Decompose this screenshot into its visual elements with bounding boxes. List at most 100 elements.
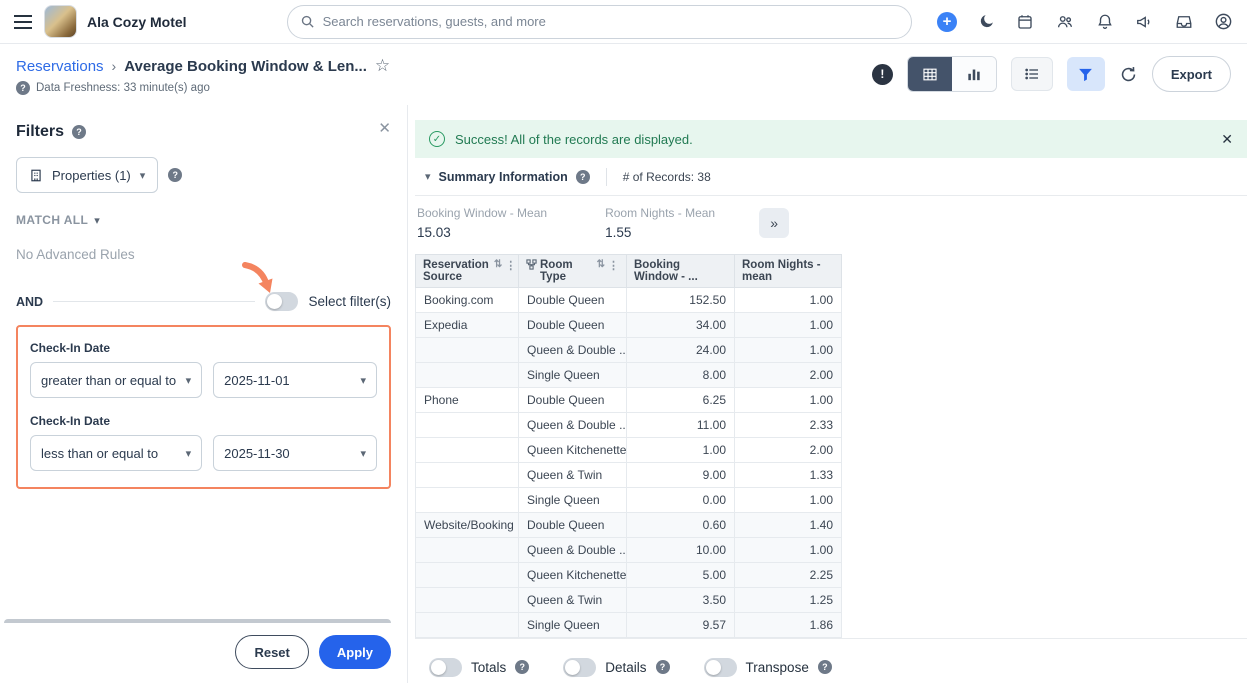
groups-button[interactable] <box>1055 13 1075 31</box>
table-cell: 1.33 <box>735 463 842 488</box>
report-toolbar: ! <box>872 56 1231 92</box>
menu-button[interactable] <box>14 15 32 29</box>
announcements-button[interactable] <box>1135 13 1154 31</box>
success-banner: ✓ Success! All of the records are displa… <box>415 120 1247 158</box>
inbox-button[interactable] <box>1175 13 1193 31</box>
table-row[interactable]: PhoneDouble Queen6.251.00 <box>416 388 842 413</box>
calendar-button[interactable] <box>1016 13 1034 31</box>
table-row[interactable]: Single Queen0.001.00 <box>416 488 842 513</box>
table-cell: 1.86 <box>735 613 842 638</box>
date-value-select[interactable]: 2025-11-30 ▾ <box>213 435 377 471</box>
banner-close-icon[interactable]: ✕ <box>1221 131 1233 148</box>
summary-card-value: 15.03 <box>417 225 547 240</box>
table-row[interactable]: Queen & Twin3.501.25 <box>416 588 842 613</box>
close-filters-icon[interactable]: ✕ <box>378 119 391 137</box>
collapse-chevron-icon[interactable]: ▾ <box>425 170 431 183</box>
totals-label: Totals <box>471 660 506 675</box>
table-row[interactable]: Booking.comDouble Queen152.501.00 <box>416 288 842 313</box>
table-cell: 10.00 <box>627 538 735 563</box>
table-cell: 2.25 <box>735 563 842 588</box>
details-label: Details <box>605 660 646 675</box>
table-row[interactable]: Queen & Double ...10.001.00 <box>416 538 842 563</box>
group-by-icon <box>526 259 537 270</box>
select-filters-toggle[interactable] <box>265 292 298 311</box>
summary-card-label: Room Nights - Mean <box>605 206 715 220</box>
breadcrumb-link-reservations[interactable]: Reservations <box>16 58 104 75</box>
expand-summary-icon[interactable]: » <box>759 208 789 238</box>
summary-help-icon[interactable]: ? <box>576 170 590 184</box>
refresh-button[interactable] <box>1119 65 1138 84</box>
column-menu-icon[interactable]: ⋮ <box>505 259 516 272</box>
match-all-dropdown[interactable]: MATCH ALL ▾ <box>16 213 391 227</box>
inbox-tray-icon <box>1175 13 1193 31</box>
summary-title[interactable]: Summary Information <box>439 170 568 184</box>
table-cell: Double Queen <box>519 513 627 538</box>
table-cell: Queen & Double ... <box>519 413 627 438</box>
table-row[interactable]: Queen Kitchenette1.002.00 <box>416 438 842 463</box>
details-help-icon[interactable]: ? <box>656 660 670 674</box>
help-icon[interactable]: ? <box>16 81 30 95</box>
sort-icon[interactable]: ⇅ <box>597 259 605 270</box>
search-icon <box>300 14 315 29</box>
properties-dropdown[interactable]: Properties (1) ▾ <box>16 157 158 193</box>
table-row[interactable]: Queen & Double ...11.002.33 <box>416 413 842 438</box>
table-cell: 0.00 <box>627 488 735 513</box>
filter-field-label: Check-In Date <box>30 414 377 428</box>
summary-card-label: Booking Window - Mean <box>417 206 547 220</box>
data-freshness: ? Data Freshness: 33 minute(s) ago <box>16 81 390 95</box>
dark-mode-button[interactable] <box>978 13 995 30</box>
sort-icon[interactable]: ⇅ <box>494 259 502 270</box>
transpose-help-icon[interactable]: ? <box>818 660 832 674</box>
operator-select[interactable]: less than or equal to ▾ <box>30 435 202 471</box>
account-button[interactable] <box>1214 12 1233 31</box>
column-header-reservation-source[interactable]: Reservation Source ⇅ ⋮ <box>416 255 519 288</box>
chart-view-button[interactable] <box>952 57 996 91</box>
brand[interactable]: Ala Cozy Motel <box>44 5 187 38</box>
table-cell: Double Queen <box>519 288 627 313</box>
filters-footer: Reset Apply <box>0 623 407 683</box>
column-menu-icon[interactable]: ⋮ <box>608 259 619 272</box>
report-info-button[interactable]: ! <box>872 64 893 85</box>
table-cell: 5.00 <box>627 563 735 588</box>
table-row[interactable]: Single Queen8.002.00 <box>416 363 842 388</box>
table-cell: 2.00 <box>735 438 842 463</box>
list-view-button[interactable] <box>1011 57 1053 91</box>
totals-toggle[interactable] <box>429 658 462 677</box>
favorite-star-icon[interactable]: ☆ <box>375 56 390 76</box>
table-cell: Expedia <box>416 313 519 338</box>
table-row[interactable]: Queen & Twin9.001.33 <box>416 463 842 488</box>
column-header-booking-window[interactable]: Booking Window - ... <box>627 255 735 288</box>
totals-help-icon[interactable]: ? <box>515 660 529 674</box>
details-toggle[interactable] <box>563 658 596 677</box>
apply-button[interactable]: Apply <box>319 635 391 669</box>
search-input[interactable] <box>323 14 899 29</box>
quick-add-button[interactable]: + <box>937 12 957 32</box>
operator-select[interactable]: greater than or equal to ▾ <box>30 362 202 398</box>
table-body: Booking.comDouble Queen152.501.00Expedia… <box>416 288 842 638</box>
filters-help-icon[interactable]: ? <box>72 125 86 139</box>
summary-card: Room Nights - Mean 1.55 <box>605 206 715 240</box>
reset-button[interactable]: Reset <box>235 635 308 669</box>
table-row[interactable]: Website/Booking ...Double Queen0.601.40 <box>416 513 842 538</box>
global-search[interactable] <box>287 5 912 39</box>
table-view-button[interactable] <box>908 57 952 91</box>
date-value-select[interactable]: 2025-11-01 ▾ <box>213 362 377 398</box>
filters-toggle-button[interactable] <box>1067 57 1105 91</box>
export-button[interactable]: Export <box>1152 56 1231 92</box>
table-cell: Booking.com <box>416 288 519 313</box>
transpose-toggle[interactable] <box>704 658 737 677</box>
table-row[interactable]: ExpediaDouble Queen34.001.00 <box>416 313 842 338</box>
column-header-room-nights[interactable]: Room Nights - mean <box>735 255 842 288</box>
table-cell <box>416 363 519 388</box>
properties-help-icon[interactable]: ? <box>168 168 182 182</box>
table-cell: 24.00 <box>627 338 735 363</box>
notifications-button[interactable] <box>1096 13 1114 31</box>
table-cell: Double Queen <box>519 388 627 413</box>
table-row[interactable]: Queen Kitchenette5.002.25 <box>416 563 842 588</box>
column-header-room-type[interactable]: Room Type ⇅ ⋮ <box>519 255 627 288</box>
plus-icon: + <box>937 12 957 32</box>
table-row[interactable]: Queen & Double ...24.001.00 <box>416 338 842 363</box>
check-icon: ✓ <box>429 131 445 147</box>
properties-dropdown-label: Properties (1) <box>52 168 131 183</box>
table-row[interactable]: Single Queen9.571.86 <box>416 613 842 638</box>
